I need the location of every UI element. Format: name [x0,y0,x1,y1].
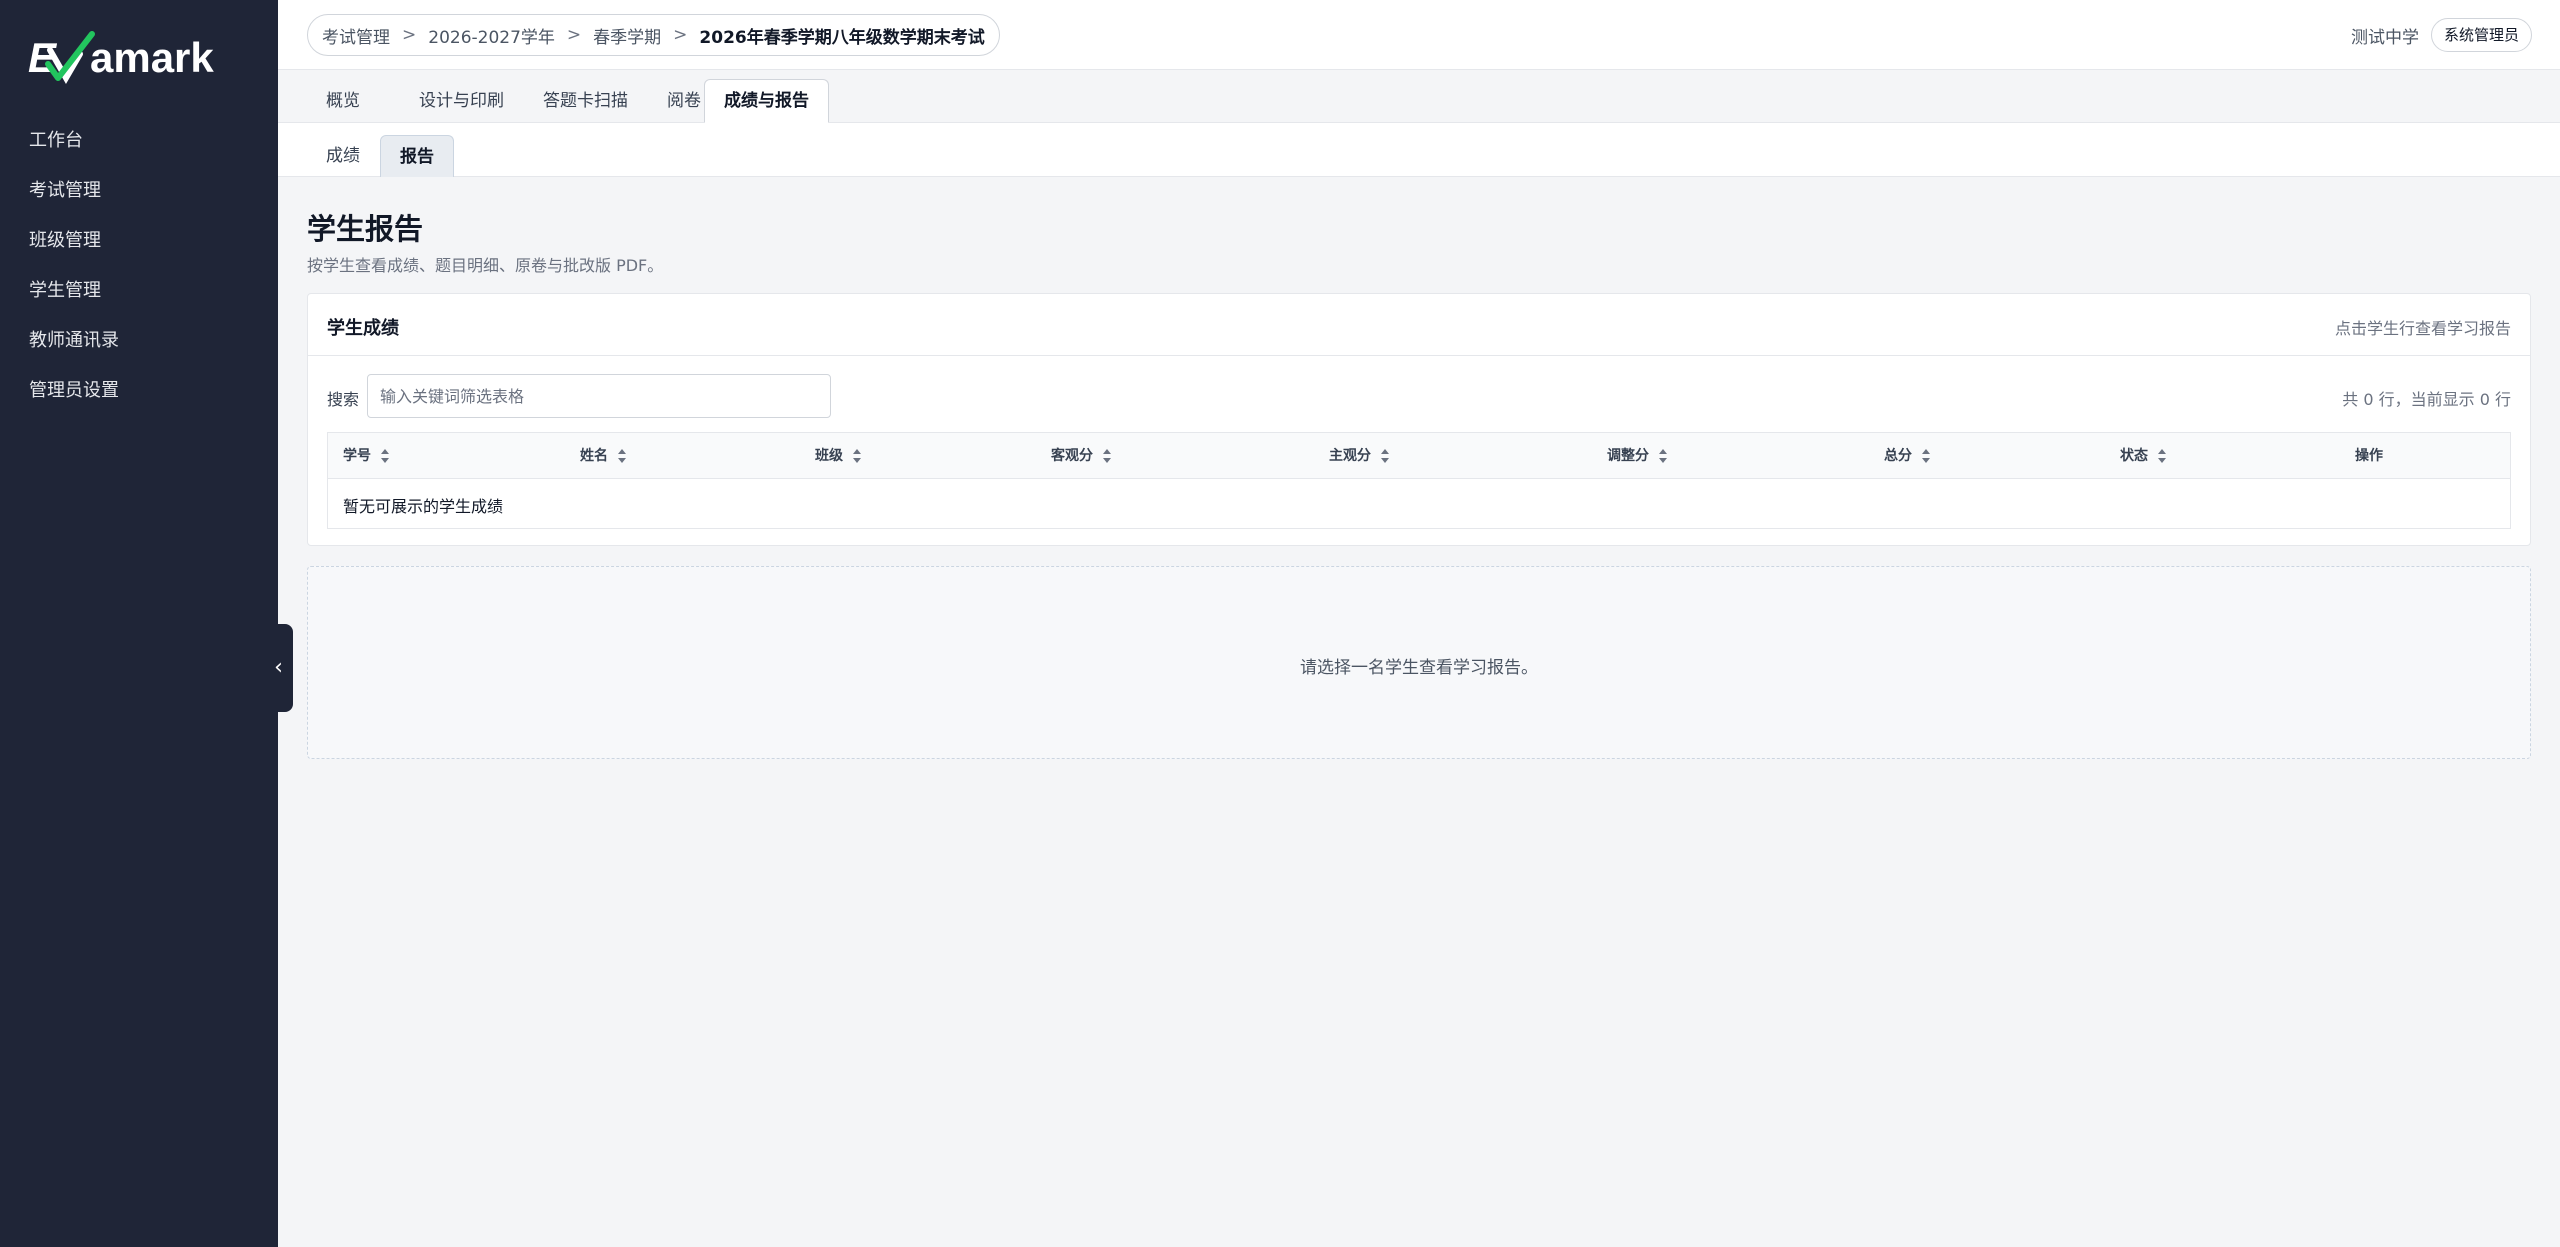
sort-icon [853,449,861,463]
sidebar-item-admin-settings[interactable]: 管理员设置 [0,366,278,416]
subtab-reports[interactable]: 报告 [380,135,454,177]
row-count: 共 0 行，当前显示 0 行 [2342,390,2511,409]
breadcrumb-separator: > [673,25,688,45]
topbar: 考试管理 > 2026-2027学年 > 春季学期 > 2026年春季学期八年级… [278,0,2560,70]
breadcrumb-item-semester[interactable]: 春季学期 [593,23,661,48]
column-label: 状态 [2120,448,2148,464]
sidebar-item-teacher-directory[interactable]: 教师通讯录 [0,316,278,366]
column-label: 客观分 [1051,448,1093,464]
breadcrumb-separator: > [402,25,417,45]
school-name: 测试中学 [2350,27,2419,48]
column-header-actions: 操作 [2355,433,2383,479]
column-label: 总分 [1884,448,1912,464]
sort-icon [1103,449,1111,463]
column-header-status[interactable]: 状态 [2120,433,2166,479]
card-header: 学生成绩 点击学生行查看学习报告 [308,294,2530,356]
subtab-scores[interactable]: 成绩 [307,135,379,177]
column-header-class[interactable]: 班级 [815,433,861,479]
exam-tabs: 概览 设计与印刷 答题卡扫描 阅卷 成绩与报告 [278,70,2560,123]
user-info: 测试中学 系统管理员 [2351,16,2532,54]
tab-scores-reports[interactable]: 成绩与报告 [704,79,829,123]
column-header-name[interactable]: 姓名 [580,433,626,479]
svg-text:amark: amark [90,34,214,81]
report-empty-state: 请选择一名学生查看学习报告。 [1300,658,1538,678]
page-subtitle: 按学生查看成绩、题目明细、原卷与批改版 PDF。 [307,256,664,275]
tab-overview[interactable]: 概览 [307,79,379,123]
column-label: 班级 [815,448,843,464]
sidebar-collapse-button[interactable]: ‹ [264,624,293,712]
sidebar-item-class-management[interactable]: 班级管理 [0,216,278,266]
table-header: 学号 姓名 班级 客观分 主观分 调整分 总分 状态 操作 [328,433,2510,479]
chevron-left-icon: ‹ [274,655,283,680]
column-label: 学号 [343,448,371,464]
sidebar: E amark 工作台 考试管理 班级管理 学生管理 教师通讯录 管理员设置 [0,0,278,1247]
column-header-subjective-score[interactable]: 主观分 [1329,433,1389,479]
sort-icon [381,449,389,463]
breadcrumb-separator: > [566,25,582,45]
card-title: 学生成绩 [327,318,399,339]
column-header-adjustment-score[interactable]: 调整分 [1607,433,1667,479]
sidebar-item-student-management[interactable]: 学生管理 [0,266,278,316]
column-label: 调整分 [1607,448,1649,464]
student-scores-table: 学号 姓名 班级 客观分 主观分 调整分 总分 状态 操作 暂无可展示的学生成绩 [327,432,2511,529]
column-label: 操作 [2355,448,2383,464]
examark-logo[interactable]: E amark [28,28,238,86]
column-label: 主观分 [1329,448,1371,464]
breadcrumb-current-exam: 2026年春季学期八年级数学期末考试 [699,27,985,48]
column-header-total-score[interactable]: 总分 [1884,433,1930,479]
sort-icon [1922,449,1930,463]
user-role-badge[interactable]: 系统管理员 [2430,18,2532,52]
main-content: 考试管理 > 2026-2027学年 > 春季学期 > 2026年春季学期八年级… [278,0,2560,1247]
sort-icon [1381,449,1389,463]
student-report-panel: 请选择一名学生查看学习报告。 [307,566,2531,759]
tab-answer-sheet-scan[interactable]: 答题卡扫描 [524,79,647,123]
column-label: 姓名 [580,448,608,464]
breadcrumb-item-exam-management[interactable]: 考试管理 [322,23,390,48]
search-input[interactable] [367,374,831,418]
report-subtabs: 成绩 报告 [278,123,2560,177]
column-header-objective-score[interactable]: 客观分 [1051,433,1111,479]
sort-icon [2158,449,2166,463]
tab-design-print[interactable]: 设计与印刷 [400,79,523,123]
sidebar-item-workbench[interactable]: 工作台 [0,116,278,166]
student-scores-card: 学生成绩 点击学生行查看学习报告 搜索 共 0 行，当前显示 0 行 学号 姓名… [307,293,2531,546]
sidebar-item-exam-management[interactable]: 考试管理 [0,166,278,216]
breadcrumb-item-academic-year[interactable]: 2026-2027学年 [428,23,555,48]
sidebar-nav: 工作台 考试管理 班级管理 学生管理 教师通讯录 管理员设置 [0,116,278,416]
card-hint: 点击学生行查看学习报告 [2334,319,2511,338]
sort-icon [1659,449,1667,463]
search-label: 搜索 [327,390,360,409]
breadcrumb: 考试管理 > 2026-2027学年 > 春季学期 > 2026年春季学期八年级… [307,14,1000,56]
sort-icon [618,449,626,463]
page-title: 学生报告 [307,212,424,246]
table-empty-state: 暂无可展示的学生成绩 [343,497,504,516]
column-header-student-id[interactable]: 学号 [343,433,389,479]
